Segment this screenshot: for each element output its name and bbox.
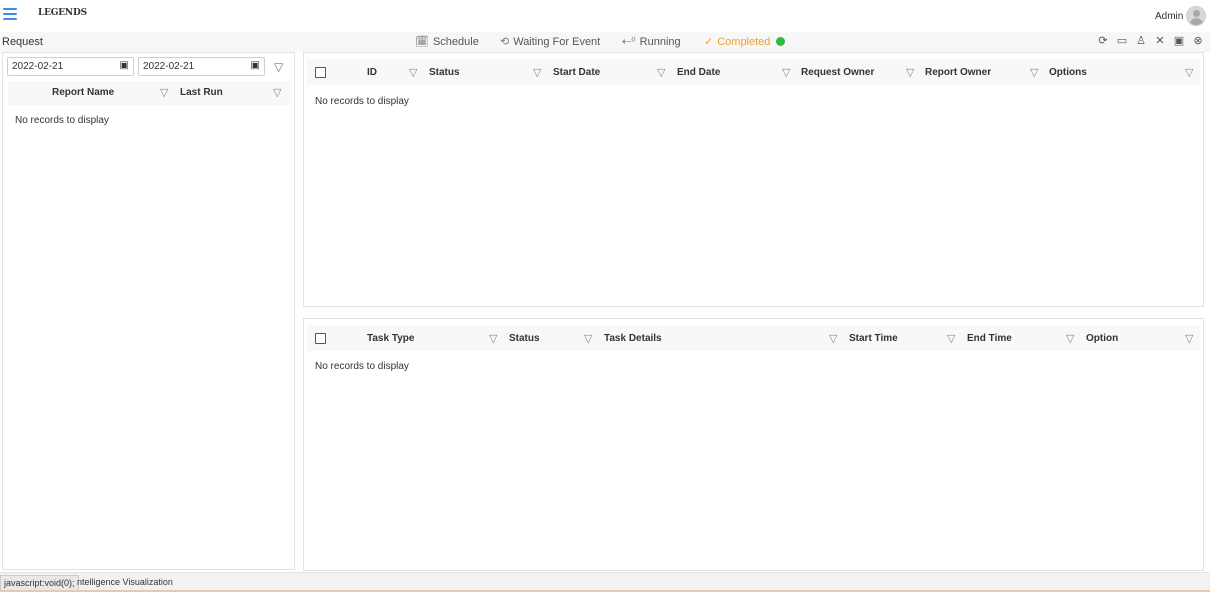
requests-grid: ID ▽ Status ▽ Start Date ▽ End Date ▽ Re… xyxy=(303,52,1204,307)
empty-message: No records to display xyxy=(315,96,409,107)
avatar[interactable] xyxy=(1186,6,1206,26)
run-arrow-icon: ⇠⁰ xyxy=(622,36,636,48)
filter-icon[interactable]: ▽ xyxy=(533,66,541,79)
date-to-field[interactable]: 2022-02-21 ▣ xyxy=(138,57,265,76)
user-icon[interactable]: ♙ xyxy=(1135,35,1147,48)
column-options[interactable]: Options xyxy=(1049,67,1087,78)
toolbar-icons: ⟳ ▭ ♙ ✕ ▣ ⊗ xyxy=(1097,35,1204,48)
tab-label: Running xyxy=(639,35,681,48)
logo: LEGENDS xyxy=(38,8,87,18)
select-all-checkbox[interactable] xyxy=(315,67,326,78)
hamburger-menu-icon[interactable] xyxy=(3,8,17,20)
refresh-icon[interactable]: ⟳ xyxy=(1097,35,1109,48)
column-report-name[interactable]: Report Name xyxy=(52,87,114,98)
tab-label: Completed xyxy=(717,35,771,48)
filter-icon[interactable]: ▽ xyxy=(782,66,790,79)
tab-waiting-for-event[interactable]: ⟲ Waiting For Event xyxy=(500,35,601,49)
column-id[interactable]: ID xyxy=(367,67,377,78)
filter-icon[interactable]: ▽ xyxy=(1030,66,1038,79)
filter-icon[interactable]: ▽ xyxy=(906,66,914,79)
column-status[interactable]: Status xyxy=(429,67,460,78)
calendar-clock-icon: 🗓 xyxy=(415,36,429,48)
window-icon[interactable]: ▣ xyxy=(1173,35,1185,48)
tasks-grid-header: Task Type ▽ Status ▽ Task Details ▽ Star… xyxy=(307,325,1200,351)
filter-icon[interactable]: ▽ xyxy=(829,332,837,345)
date-to-value: 2022-02-21 xyxy=(143,61,195,72)
filter-icon[interactable]: ▽ xyxy=(1066,332,1074,345)
tab-label: Schedule xyxy=(432,35,479,48)
column-request-owner[interactable]: Request Owner xyxy=(801,67,874,78)
comment-icon[interactable]: ▭ xyxy=(1116,35,1128,48)
user-name[interactable]: Admin xyxy=(1155,11,1183,22)
column-status[interactable]: Status xyxy=(509,333,540,344)
date-from-field[interactable]: 2022-02-21 ▣ xyxy=(7,57,134,76)
column-option[interactable]: Option xyxy=(1086,333,1118,344)
circle-close-icon[interactable]: ⊗ xyxy=(1192,35,1204,48)
clock-icon: ⟲ xyxy=(500,36,510,48)
column-start-date[interactable]: Start Date xyxy=(553,67,600,78)
tab-schedule[interactable]: 🗓 Schedule xyxy=(415,35,479,49)
filter-icon[interactable]: ▽ xyxy=(657,66,665,79)
tasks-grid: Task Type ▽ Status ▽ Task Details ▽ Star… xyxy=(303,318,1204,571)
column-task-type[interactable]: Task Type xyxy=(367,333,414,344)
column-report-owner[interactable]: Report Owner xyxy=(925,67,991,78)
empty-message: No records to display xyxy=(15,115,109,126)
page-title: Request xyxy=(2,36,43,48)
column-end-time[interactable]: End Time xyxy=(967,333,1012,344)
status-bar: javascript:void(0); ntelligence Visualiz… xyxy=(0,572,1210,592)
filter-icon[interactable]: ▽ xyxy=(160,86,168,99)
close-icon[interactable]: ✕ xyxy=(1154,35,1166,48)
filter-icon[interactable]: ▽ xyxy=(584,332,592,345)
column-task-details[interactable]: Task Details xyxy=(604,333,662,344)
tab-completed[interactable]: ✓ Completed xyxy=(704,35,786,48)
toolbar: Request 🗓 Schedule ⟲ Waiting For Event ⇠… xyxy=(0,32,1210,52)
filter-icon[interactable]: ▽ xyxy=(273,86,281,99)
tab-running[interactable]: ⇠⁰ Running xyxy=(622,35,681,49)
report-list-panel: 2022-02-21 ▣ 2022-02-21 ▣ ▽ Report Name … xyxy=(2,52,295,570)
filter-icon[interactable]: ▽ xyxy=(1185,332,1193,345)
status-url: javascript:void(0); xyxy=(0,575,79,591)
check-icon: ✓ xyxy=(704,36,714,48)
filter-icon[interactable]: ▽ xyxy=(409,66,417,79)
filter-icon[interactable]: ▽ xyxy=(489,332,497,345)
column-end-date[interactable]: End Date xyxy=(677,67,720,78)
tab-label: Waiting For Event xyxy=(513,35,601,48)
status-text: ntelligence Visualization xyxy=(77,577,173,587)
calendar-icon[interactable]: ▣ xyxy=(251,60,260,71)
report-grid-header: Report Name ▽ Last Run ▽ xyxy=(8,81,291,105)
filter-icon[interactable]: ▽ xyxy=(274,60,283,74)
column-start-time[interactable]: Start Time xyxy=(849,333,898,344)
filter-icon[interactable]: ▽ xyxy=(1185,66,1193,79)
empty-message: No records to display xyxy=(315,361,409,372)
select-all-checkbox[interactable] xyxy=(315,333,326,344)
date-from-value: 2022-02-21 xyxy=(12,61,64,72)
requests-grid-header: ID ▽ Status ▽ Start Date ▽ End Date ▽ Re… xyxy=(307,59,1200,85)
calendar-icon[interactable]: ▣ xyxy=(120,60,129,71)
filter-icon[interactable]: ▽ xyxy=(947,332,955,345)
top-bar: LEGENDS Admin xyxy=(0,0,1210,32)
column-last-run[interactable]: Last Run xyxy=(180,87,223,98)
completed-status-dot xyxy=(776,37,786,46)
